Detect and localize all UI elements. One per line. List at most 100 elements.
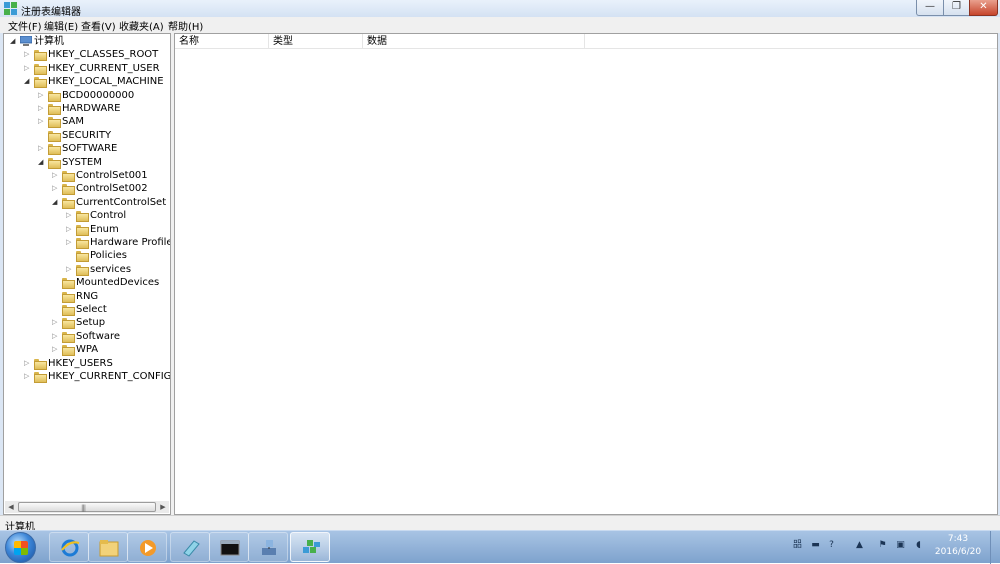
- help-icon[interactable]: ?: [826, 540, 837, 551]
- tree-node[interactable]: ▷ HKEY_CLASSES_ROOT: [4, 48, 170, 62]
- tree-node-label: Hardware Profiles: [90, 237, 171, 248]
- flag-icon[interactable]: ⚑: [877, 540, 888, 551]
- folder-icon: [48, 90, 61, 102]
- menu-file[interactable]: 文件(F): [8, 18, 42, 33]
- tree-node[interactable]: ◢ 计算机: [4, 35, 170, 48]
- file-explorer-icon[interactable]: [88, 532, 128, 562]
- tree-node-label: Software: [76, 330, 121, 342]
- column-type[interactable]: 类型: [269, 34, 363, 49]
- tree-node[interactable]: ▷ Hardware Profiles: [4, 236, 170, 249]
- main-content: ◢ 计算机 ▷ HKEY_CLASSES_ROOT ▷ HKEY_CURRENT_USER…: [3, 33, 998, 515]
- menu-view[interactable]: 查看(V): [81, 18, 116, 33]
- clock[interactable]: 7:43 2016/6/20: [928, 533, 988, 559]
- expand-arrow-icon[interactable]: ▷: [24, 62, 32, 75]
- tree-node[interactable]: ▷ SAM: [4, 115, 170, 129]
- tree-node[interactable]: ▷ Software: [4, 330, 170, 343]
- tree-node[interactable]: ◢ SYSTEM: [4, 156, 170, 169]
- volume-icon[interactable]: ◖: [913, 540, 924, 551]
- tree-node[interactable]: Policies: [4, 249, 170, 263]
- collapse-arrow-icon[interactable]: ◢: [10, 35, 18, 48]
- collapse-arrow-icon[interactable]: ◢: [52, 196, 60, 209]
- title-bar[interactable]: 注册表编辑器 — ❐ ✕: [0, 0, 1000, 18]
- folder-icon: [34, 50, 47, 62]
- tree-node[interactable]: MountedDevices: [4, 276, 170, 290]
- collapse-arrow-icon[interactable]: ◢: [24, 75, 32, 88]
- show-desktop-button[interactable]: [990, 531, 1000, 564]
- network-icon[interactable]: [248, 532, 288, 562]
- expand-arrow-icon[interactable]: ▷: [38, 115, 46, 128]
- menu-favorites[interactable]: 收藏夹(A): [119, 18, 164, 33]
- folder-icon: [34, 77, 47, 89]
- taskbar: 㗊 ▬? ▲ ⚑ ▣ ◖ 7:43 2016/6/20: [0, 530, 1000, 564]
- close-button[interactable]: ✕: [969, 0, 998, 16]
- internet-explorer-icon[interactable]: [49, 532, 89, 562]
- menu-edit[interactable]: 编辑(E): [44, 18, 78, 33]
- tree-node-label: Control: [90, 210, 127, 222]
- tree-node[interactable]: Select: [4, 303, 170, 316]
- window-title: 注册表编辑器: [21, 7, 81, 18]
- folder-icon: [76, 251, 89, 263]
- ime-icon[interactable]: 㗊: [792, 540, 803, 551]
- scroll-left-icon[interactable]: ◀: [5, 501, 17, 513]
- expand-arrow-icon[interactable]: ▷: [52, 330, 60, 343]
- expand-arrow-icon[interactable]: ▷: [24, 370, 32, 383]
- collapse-arrow-icon[interactable]: ◢: [38, 156, 46, 169]
- notepad-icon[interactable]: [170, 532, 210, 562]
- keyboard-icon[interactable]: ▬: [810, 540, 821, 551]
- tree-node[interactable]: ▷ SOFTWARE: [4, 142, 170, 156]
- clock-time: 7:43: [947, 534, 969, 544]
- expand-arrow-icon[interactable]: ▷: [52, 169, 60, 182]
- folder-icon: [34, 372, 47, 383]
- expand-arrow-icon[interactable]: ▷: [38, 102, 46, 115]
- start-button[interactable]: [5, 532, 36, 563]
- tree-node[interactable]: ▷ Setup: [4, 316, 170, 330]
- command-prompt-icon[interactable]: [209, 532, 249, 562]
- maximize-button[interactable]: ❐: [943, 0, 970, 16]
- tree-node[interactable]: ▷ HARDWARE: [4, 102, 170, 115]
- tree-node[interactable]: ▷ ControlSet002: [4, 182, 170, 196]
- show-hidden-icons-icon[interactable]: ▲: [854, 540, 865, 551]
- expand-arrow-icon[interactable]: ▷: [52, 316, 60, 329]
- tree-node[interactable]: ▷ BCD00000000: [4, 89, 170, 102]
- folder-icon: [48, 104, 61, 115]
- expand-arrow-icon[interactable]: ▷: [38, 89, 46, 102]
- menu-help[interactable]: 帮助(H): [168, 18, 203, 33]
- media-player-icon[interactable]: [127, 532, 167, 562]
- tree-node[interactable]: ▷ WPA: [4, 343, 170, 357]
- expand-arrow-icon[interactable]: ▷: [24, 48, 32, 61]
- tree-node[interactable]: ◢ CurrentControlSet: [4, 196, 170, 209]
- expand-arrow-icon[interactable]: ▷: [52, 343, 60, 356]
- expand-arrow-icon[interactable]: ▷: [66, 263, 74, 276]
- tree-node[interactable]: RNG: [4, 290, 170, 303]
- tree-node[interactable]: ▷ HKEY_USERS: [4, 357, 170, 370]
- tree-node[interactable]: ▷ Enum: [4, 223, 170, 236]
- folder-icon: [76, 211, 89, 223]
- tree-node-label: HKEY_USERS: [48, 357, 113, 369]
- expand-arrow-icon[interactable]: ▷: [38, 142, 46, 155]
- tree-node-label: HKEY_LOCAL_MACHINE: [48, 76, 164, 88]
- scrollbar-thumb[interactable]: |||: [18, 502, 156, 512]
- tree-node[interactable]: ▷ HKEY_CURRENT_CONFIG: [4, 370, 170, 383]
- tree-node[interactable]: ▷ ControlSet001: [4, 169, 170, 182]
- expand-arrow-icon[interactable]: ▷: [66, 223, 74, 236]
- expand-arrow-icon[interactable]: ▷: [24, 357, 32, 370]
- expand-arrow-icon[interactable]: ▷: [66, 209, 74, 222]
- values-list[interactable]: 名称 类型 数据: [174, 33, 998, 515]
- folder-icon: [48, 157, 61, 169]
- expand-arrow-icon[interactable]: ▷: [66, 236, 74, 249]
- column-name[interactable]: 名称: [175, 34, 269, 49]
- tree-node[interactable]: SECURITY: [4, 129, 170, 142]
- tree-node[interactable]: ◢ HKEY_LOCAL_MACHINE: [4, 75, 170, 89]
- network-status-icon[interactable]: ▣: [895, 540, 906, 551]
- column-data[interactable]: 数据: [363, 34, 585, 49]
- folder-icon: [62, 184, 75, 196]
- registry-editor-icon[interactable]: [290, 532, 330, 562]
- tree-node[interactable]: ▷ HKEY_CURRENT_USER: [4, 62, 170, 75]
- minimize-button[interactable]: —: [916, 0, 944, 16]
- scroll-right-icon[interactable]: ▶: [157, 501, 169, 513]
- tree-horizontal-scrollbar[interactable]: ◀ ||| ▶: [5, 501, 169, 513]
- expand-arrow-icon[interactable]: ▷: [52, 182, 60, 195]
- tree-node[interactable]: ▷ Control: [4, 209, 170, 223]
- tree-node[interactable]: ▷ services: [4, 263, 170, 276]
- tree-node-label: services: [90, 263, 132, 275]
